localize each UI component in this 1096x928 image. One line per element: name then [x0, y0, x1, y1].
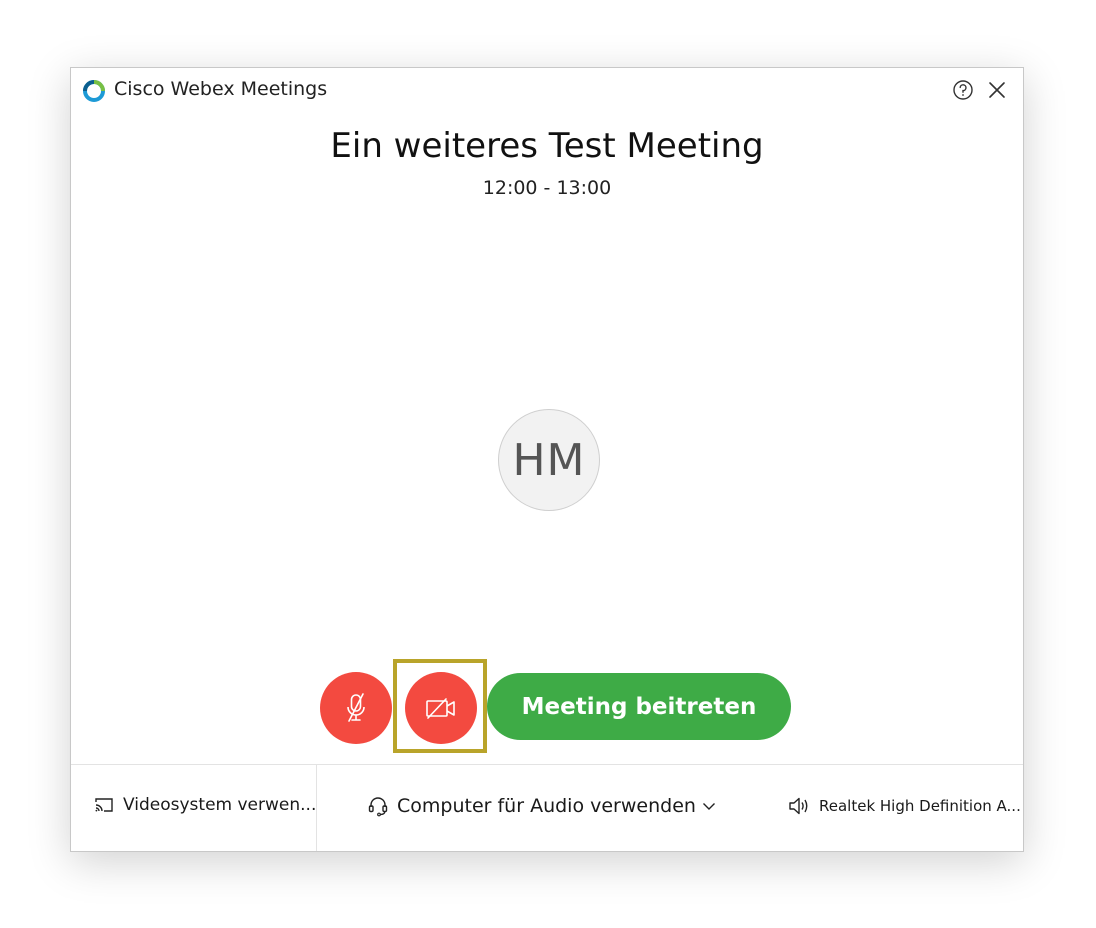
cast-screen-icon	[95, 798, 113, 812]
headset-icon	[368, 797, 388, 817]
close-icon	[989, 82, 1005, 98]
audio-option-label: Computer für Audio verwenden	[397, 795, 696, 817]
meeting-time: 12:00 - 13:00	[482, 177, 612, 199]
webex-window: Cisco Webex Meetings Ein weiteres Test M…	[70, 67, 1024, 852]
mute-button[interactable]	[320, 672, 392, 744]
help-button[interactable]	[951, 78, 975, 102]
video-system-option[interactable]: Videosystem verwen...	[93, 795, 316, 815]
chevron-down-icon	[702, 803, 715, 810]
video-system-label: Videosystem verwen...	[123, 795, 317, 815]
microphone-muted-icon	[347, 693, 365, 722]
app-title: Cisco Webex Meetings	[114, 78, 328, 100]
audio-connection-dropdown[interactable]: Computer für Audio verwenden	[367, 795, 716, 817]
webex-logo-icon	[83, 80, 105, 102]
join-meeting-button[interactable]: Meeting beitreten	[487, 673, 791, 740]
help-icon	[953, 80, 973, 100]
video-button-highlight	[393, 659, 487, 753]
title-bar: Cisco Webex Meetings	[71, 68, 1023, 112]
speaker-option[interactable]: Realtek High Definition A...	[787, 795, 1021, 817]
avatar-initials: HM	[512, 434, 586, 486]
close-button[interactable]	[985, 78, 1009, 102]
speaker-icon	[789, 797, 808, 815]
bottom-bar: Videosystem verwen... Computer für Audio…	[71, 764, 1023, 851]
meeting-title: Ein weiteres Test Meeting	[330, 126, 764, 166]
speaker-label: Realtek High Definition A...	[819, 797, 1021, 815]
avatar: HM	[498, 409, 600, 511]
